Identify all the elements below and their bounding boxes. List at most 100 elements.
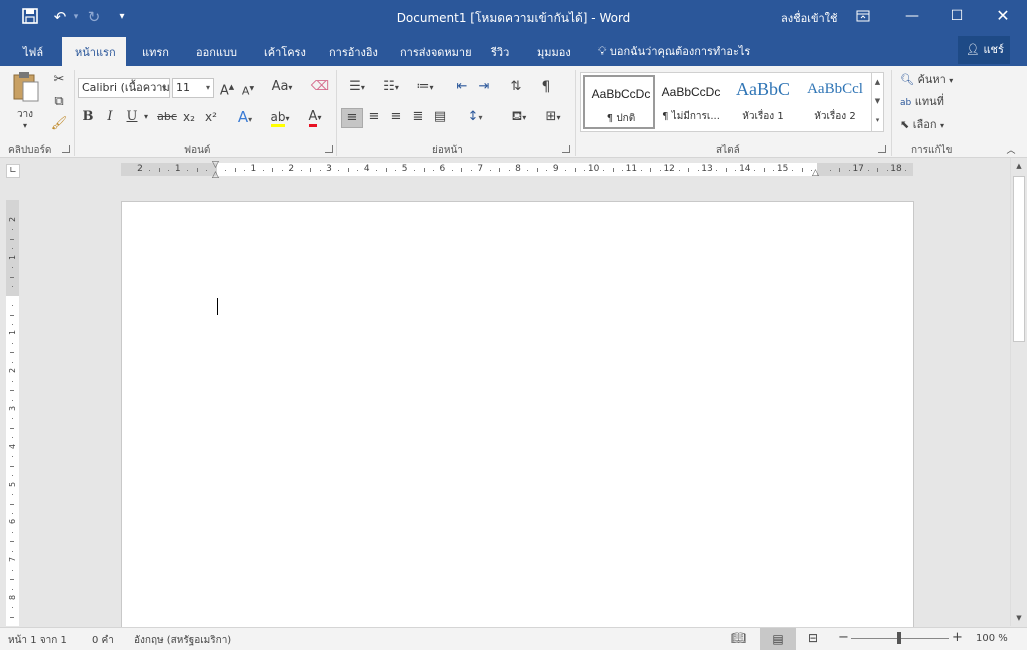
- print-layout-icon[interactable]: ▤: [760, 628, 796, 650]
- show-formatting-marks-icon[interactable]: ¶: [536, 78, 556, 98]
- select-button[interactable]: ⬉ เลือก ▾: [900, 116, 960, 136]
- tell-me-box[interactable]: 💡︎ บอกฉันว่าคุณต้องการทำอะไร: [598, 42, 750, 60]
- highlight-color-button[interactable]: ab▾: [264, 108, 296, 128]
- zoom-in-icon[interactable]: +: [952, 630, 963, 645]
- find-label: ค้นหา: [917, 73, 946, 86]
- first-line-indent-marker[interactable]: ▽: [212, 160, 219, 170]
- ruler-tick-mark: [395, 169, 397, 171]
- tab-insert[interactable]: แทรก: [142, 43, 169, 61]
- chevron-down-icon[interactable]: ▼: [872, 92, 883, 111]
- copy-icon[interactable]: ⧉: [49, 93, 69, 113]
- tab-references[interactable]: การอ้างอิง: [329, 43, 378, 61]
- tab-selector-icon[interactable]: ∟: [6, 164, 20, 178]
- word-count[interactable]: 0 คำ: [92, 633, 114, 648]
- web-layout-icon[interactable]: ⊟: [808, 631, 818, 645]
- ruler-tick-mark: [725, 168, 727, 172]
- styles-scroll[interactable]: ▲ ▼ ▾: [871, 73, 883, 131]
- page-count[interactable]: หน้า 1 จาก 1: [8, 633, 67, 648]
- text-effects-icon[interactable]: A▾: [232, 108, 258, 128]
- font-size-combo[interactable]: 11 ▾: [172, 78, 214, 98]
- tab-file[interactable]: ไฟล์: [23, 43, 43, 61]
- chevron-up-icon[interactable]: ▲: [872, 73, 883, 92]
- line-spacing-icon[interactable]: ↕▾: [460, 108, 490, 128]
- strikethrough-button[interactable]: abc: [156, 108, 178, 128]
- ruler-tick-mark: [11, 512, 13, 514]
- language-indicator[interactable]: อังกฤษ (สหรัฐอเมริกา): [134, 633, 231, 648]
- scroll-up-arrow-icon[interactable]: ▲: [1011, 158, 1027, 174]
- borders-icon[interactable]: ⊞▾: [538, 108, 568, 128]
- grow-font-icon[interactable]: A▲: [219, 78, 235, 98]
- minimize-button[interactable]: —: [889, 0, 935, 32]
- replace-button[interactable]: ab แทนที่: [900, 93, 960, 113]
- shrink-font-icon[interactable]: A▼: [240, 80, 256, 100]
- font-name-combo[interactable]: Calibri (เนื้อความ ▾: [78, 78, 170, 98]
- underline-button[interactable]: U: [124, 108, 140, 128]
- share-button[interactable]: 👤︎ แชร์: [958, 36, 1010, 64]
- clear-formatting-icon[interactable]: ⌫: [310, 78, 330, 98]
- cut-icon[interactable]: ✂: [49, 71, 69, 91]
- right-indent-marker[interactable]: △: [812, 168, 819, 178]
- tab-mailings[interactable]: การส่งจดหมาย: [400, 43, 472, 61]
- format-painter-icon[interactable]: 🖌︎: [49, 115, 69, 135]
- superscript-button[interactable]: x²: [202, 108, 220, 128]
- tab-home[interactable]: หน้าแรก: [75, 43, 116, 61]
- align-center-icon[interactable]: ≡: [364, 108, 384, 128]
- clipboard-icon: [13, 72, 39, 102]
- horizontal-ruler[interactable]: 2 1 1 2 3 4 5 6 7 8 9 10 11 12 13 14 15 17 18 ▽ △ △: [121, 160, 913, 180]
- find-button[interactable]: 🔍︎ ค้นหา ▾: [900, 71, 970, 91]
- zoom-slider-thumb[interactable]: [897, 632, 901, 644]
- tab-view[interactable]: มุมมอง: [537, 43, 571, 61]
- multilevel-list-icon[interactable]: ≔▾: [410, 78, 440, 98]
- distributed-icon[interactable]: ▤: [430, 108, 450, 128]
- justify-icon[interactable]: ≣: [408, 108, 428, 128]
- vertical-scrollbar[interactable]: ▲ ▼: [1010, 158, 1027, 626]
- scrollbar-thumb[interactable]: [1013, 176, 1025, 342]
- style-heading-2[interactable]: AaBbCcl หัวเรื่อง 2: [799, 75, 871, 129]
- scroll-down-arrow-icon[interactable]: ▼: [1011, 610, 1027, 626]
- tab-layout[interactable]: เค้าโครง: [264, 43, 306, 61]
- bold-button[interactable]: B: [80, 108, 96, 128]
- style-no-spacing[interactable]: AaBbCcDc ¶ ไม่มีการเ...: [655, 75, 727, 129]
- decrease-indent-icon[interactable]: ⇤: [452, 78, 472, 98]
- italic-button[interactable]: I: [102, 108, 118, 128]
- lightbulb-icon: 💡︎: [598, 44, 607, 58]
- styles-launcher-icon[interactable]: [878, 145, 886, 153]
- tab-design[interactable]: ออกแบบ: [196, 43, 237, 61]
- ruler-tick-mark: [678, 169, 680, 171]
- style-heading-1[interactable]: AaBbC หัวเรื่อง 1: [727, 75, 799, 129]
- sort-icon[interactable]: ⇅: [506, 78, 526, 98]
- style-preview: AaBbCcDc: [591, 87, 651, 101]
- style-normal[interactable]: AaBbCcDc ¶ ปกติ: [583, 75, 655, 129]
- zoom-level[interactable]: 100 %: [976, 633, 1008, 644]
- paste-button[interactable]: วาง ▾: [8, 71, 42, 135]
- ruler-tick-mark: [347, 168, 349, 172]
- ribbon-display-options-icon[interactable]: [840, 0, 886, 32]
- clipboard-launcher-icon[interactable]: [62, 145, 70, 153]
- bullets-icon[interactable]: ☰▾: [342, 78, 372, 98]
- paragraph-launcher-icon[interactable]: [562, 145, 570, 153]
- more-styles-icon[interactable]: ▾: [872, 111, 883, 130]
- maximize-button[interactable]: ☐: [934, 0, 980, 32]
- group-separator: [336, 70, 337, 156]
- font-color-button[interactable]: A▾: [300, 108, 330, 128]
- align-left-icon[interactable]: ≡: [341, 108, 363, 128]
- read-mode-icon[interactable]: 📖︎: [731, 631, 746, 645]
- change-case-button[interactable]: Aa▾: [268, 78, 296, 98]
- document-page[interactable]: [121, 201, 914, 631]
- subscript-button[interactable]: x₂: [180, 108, 198, 128]
- zoom-out-icon[interactable]: −: [838, 630, 849, 645]
- vertical-ruler[interactable]: 2 1 1 2 3 4 5 6 7 8: [6, 200, 19, 626]
- numbering-icon[interactable]: ☷▾: [376, 78, 406, 98]
- hanging-indent-marker[interactable]: △: [212, 170, 219, 180]
- ruler-tick-label: 1: [250, 164, 257, 174]
- font-launcher-icon[interactable]: [325, 145, 333, 153]
- shading-icon[interactable]: ⛾▾: [504, 108, 534, 128]
- underline-dropdown-icon[interactable]: ▾: [142, 108, 150, 128]
- sign-in-link[interactable]: ลงชื่อเข้าใช้: [781, 9, 837, 27]
- increase-indent-icon[interactable]: ⇥: [474, 78, 494, 98]
- ruler-tick-mark: [187, 169, 189, 171]
- tab-review[interactable]: รีวิว: [491, 43, 509, 61]
- close-button[interactable]: ✕: [980, 0, 1026, 32]
- align-right-icon[interactable]: ≡: [386, 108, 406, 128]
- replace-label: แทนที่: [914, 95, 944, 108]
